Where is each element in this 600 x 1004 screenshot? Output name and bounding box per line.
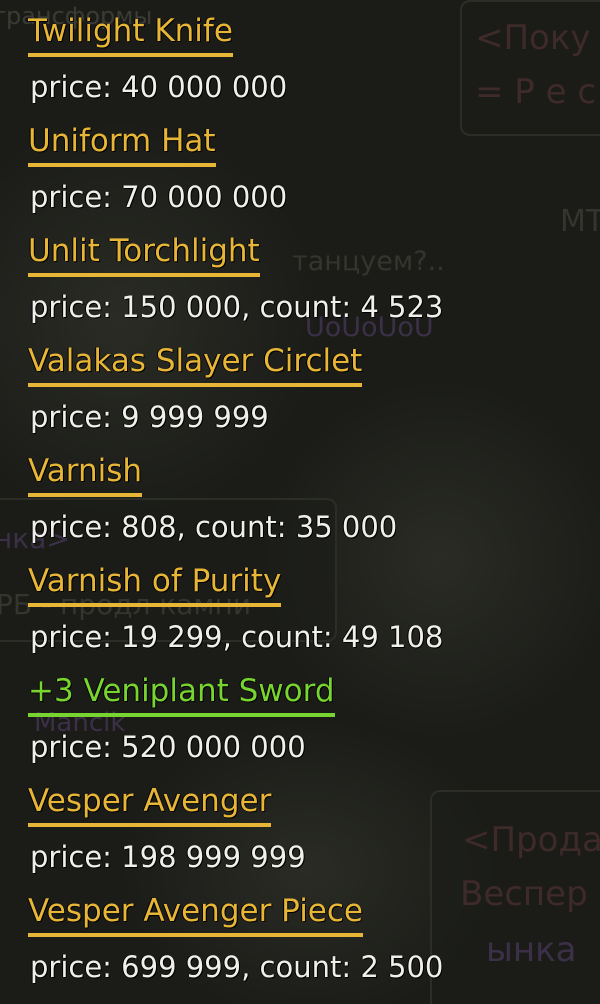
item-price-info: price: 150 000, count: 4 523 [30, 290, 444, 324]
list-item: +3 Veniplant Sword price: 520 000 000 [28, 669, 588, 779]
item-price-info: price: 808, count: 35 000 [30, 510, 398, 544]
item-name-link[interactable]: Vesper Avenger [28, 779, 272, 827]
item-price-info: price: 40 000 000 [30, 70, 288, 104]
item-name-link[interactable]: Uniform Hat [28, 119, 216, 167]
list-item: Unlit Torchlight price: 150 000, count: … [28, 229, 588, 339]
list-item: Varnish of Purity price: 19 299, count: … [28, 559, 588, 669]
item-name-link[interactable]: Varnish [28, 449, 143, 497]
item-name-link[interactable]: Valakas Slayer Circlet [28, 339, 363, 387]
item-price-info: price: 699 999, count: 2 500 [30, 950, 444, 984]
item-price-info: price: 9 999 999 [30, 400, 269, 434]
list-item: Varnish price: 808, count: 35 000 [28, 449, 588, 559]
list-item: Vesper Avenger Piece price: 699 999, cou… [28, 889, 588, 999]
item-price-info: price: 70 000 000 [30, 180, 288, 214]
item-name-link[interactable]: +3 Veniplant Sword [28, 669, 335, 717]
list-item: Twilight Knife price: 40 000 000 [28, 9, 588, 119]
market-item-list: Twilight Knife price: 40 000 000 Uniform… [28, 9, 588, 999]
item-name-link[interactable]: Vesper Avenger Piece [28, 889, 363, 937]
list-item: Valakas Slayer Circlet price: 9 999 999 [28, 339, 588, 449]
list-item: Vesper Avenger price: 198 999 999 [28, 779, 588, 889]
item-price-info: price: 19 299, count: 49 108 [30, 620, 444, 654]
item-name-link[interactable]: Varnish of Purity [28, 559, 282, 607]
item-price-info: price: 520 000 000 [30, 730, 306, 764]
item-name-link[interactable]: Unlit Torchlight [28, 229, 260, 277]
list-item: Uniform Hat price: 70 000 000 [28, 119, 588, 229]
item-price-info: price: 198 999 999 [30, 840, 306, 874]
item-name-link[interactable]: Twilight Knife [28, 9, 233, 57]
